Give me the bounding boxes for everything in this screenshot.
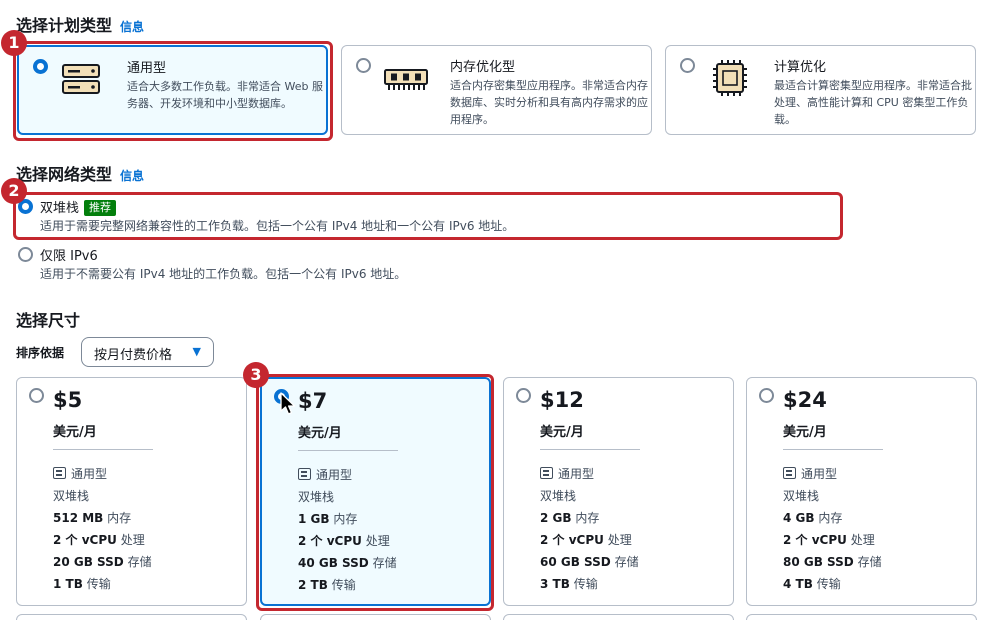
size-unit: 美元/月 — [53, 425, 97, 440]
network-option-desc: 适用于需要完整网络兼容性的工作负载。包括一个公有 IPv4 地址和一个公有 IP… — [40, 219, 515, 233]
size-card-5[interactable]: $5 美元/月 通用型 双堆栈 512 MB 内存 2 个 vCPU 处理 20… — [16, 377, 247, 606]
size-radio[interactable] — [759, 388, 774, 403]
network-info-link[interactable]: 信息 — [120, 169, 144, 183]
size-card-next-row[interactable] — [16, 614, 247, 620]
size-radio[interactable] — [516, 388, 531, 403]
step3-badge: 3 — [243, 362, 269, 388]
plan-card-memory[interactable]: 内存优化型 适合内存密集型应用程序。非常适合内存数据库、实时分析和具有高内存需求… — [341, 45, 652, 135]
network-option-desc: 适用于不需要公有 IPv4 地址的工作负载。包括一个公有 IPv6 地址。 — [40, 267, 407, 281]
plan-type-heading: 选择计划类型 信息 — [16, 16, 145, 35]
size-radio[interactable] — [29, 388, 44, 403]
plan-desc: 适合大多数工作负载。非常适合 Web 服务器、开发环境和中小型数据库。 — [127, 80, 323, 110]
plan-info-link[interactable]: 信息 — [120, 20, 144, 34]
size-card-next-row[interactable] — [260, 614, 491, 620]
size-card-12[interactable]: $12 美元/月 通用型 双堆栈 2 GB 内存 2 个 vCPU 处理 60 … — [503, 377, 734, 606]
sort-label: 排序依据 — [16, 346, 65, 360]
spec-transfer: 4 TB 传输 — [783, 577, 841, 591]
spec-memory: 2 GB 内存 — [540, 511, 600, 525]
spec-memory: 512 MB 内存 — [53, 511, 132, 525]
spec-network: 双堆栈 — [53, 489, 90, 503]
server-icon — [62, 64, 100, 94]
spec-memory: 1 GB 内存 — [298, 512, 358, 526]
network-option-dual-stack[interactable]: 双堆栈 推荐 适用于需要完整网络兼容性的工作负载。包括一个公有 IPv4 地址和一… — [16, 196, 836, 240]
size-unit: 美元/月 — [540, 425, 584, 440]
spec-network: 双堆栈 — [783, 489, 820, 503]
size-card-next-row[interactable] — [503, 614, 734, 620]
size-price: $5 — [53, 388, 83, 412]
plan-name: 通用型 — [127, 61, 167, 76]
divider — [783, 449, 883, 450]
divider — [53, 449, 153, 450]
step1-badge: 1 — [1, 30, 27, 56]
server-icon — [53, 467, 66, 479]
spec-network: 双堆栈 — [540, 489, 577, 503]
size-card-next-row[interactable] — [746, 614, 977, 620]
sort-select-value: 按月付费价格 — [94, 348, 173, 363]
recommended-badge: 推荐 — [84, 200, 117, 216]
spec-cpu: 2 个 vCPU 处理 — [298, 534, 390, 548]
spec-cpu: 2 个 vCPU 处理 — [540, 533, 632, 547]
plan-radio-compute[interactable] — [680, 58, 695, 73]
network-type-heading: 选择网络类型 信息 — [16, 165, 145, 184]
network-radio-ipv6-only[interactable] — [18, 247, 33, 262]
plan-name: 内存优化型 — [450, 60, 516, 75]
cpu-chip-icon — [713, 60, 747, 96]
size-price: $12 — [540, 388, 584, 412]
server-icon — [783, 467, 796, 479]
spec-network: 双堆栈 — [298, 490, 335, 504]
caret-down-icon: ▼ — [192, 345, 201, 358]
network-option-label: 仅限 IPv6 — [40, 249, 98, 264]
divider — [298, 450, 398, 451]
divider — [540, 449, 640, 450]
spec-storage: 40 GB SSD 存储 — [298, 556, 397, 570]
spec-transfer: 1 TB 传输 — [53, 577, 111, 591]
memory-icon — [384, 69, 428, 90]
network-option-label: 双堆栈 推荐 — [40, 197, 117, 216]
plan-desc: 最适合计算密集型应用程序。非常适合批处理、高性能计算和 CPU 密集型工作负载。 — [774, 79, 972, 126]
plan-card-general[interactable]: 通用型 适合大多数工作负载。非常适合 Web 服务器、开发环境和中小型数据库。 — [17, 45, 328, 135]
plan-name: 计算优化 — [774, 60, 827, 75]
size-price: $7 — [298, 389, 328, 413]
plan-card-compute[interactable]: 计算优化 最适合计算密集型应用程序。非常适合批处理、高性能计算和 CPU 密集型… — [665, 45, 976, 135]
spec-type: 通用型 — [53, 465, 107, 482]
spec-transfer: 3 TB 传输 — [540, 577, 598, 591]
size-card-24[interactable]: $24 美元/月 通用型 双堆栈 4 GB 内存 2 个 vCPU 处理 80 … — [746, 377, 977, 606]
plan-radio-memory[interactable] — [356, 58, 371, 73]
spec-type: 通用型 — [298, 466, 352, 483]
size-price: $24 — [783, 388, 827, 412]
spec-storage: 20 GB SSD 存储 — [53, 555, 152, 569]
plan-radio-general[interactable] — [33, 59, 48, 74]
sort-select[interactable]: 按月付费价格 ▼ — [81, 337, 214, 367]
spec-cpu: 2 个 vCPU 处理 — [783, 533, 875, 547]
mouse-cursor-icon — [280, 392, 296, 415]
server-icon — [540, 467, 553, 479]
spec-transfer: 2 TB 传输 — [298, 578, 356, 592]
plan-desc: 适合内存密集型应用程序。非常适合内存数据库、实时分析和具有高内存需求的应用程序。 — [450, 79, 648, 126]
spec-storage: 60 GB SSD 存储 — [540, 555, 639, 569]
step2-badge: 2 — [1, 178, 27, 204]
server-icon — [298, 468, 311, 480]
spec-storage: 80 GB SSD 存储 — [783, 555, 882, 569]
network-option-ipv6-only[interactable]: 仅限 IPv6 适用于不需要公有 IPv4 地址的工作负载。包括一个公有 IPv… — [16, 244, 836, 288]
size-unit: 美元/月 — [298, 426, 342, 441]
size-unit: 美元/月 — [783, 425, 827, 440]
size-heading: 选择尺寸 — [16, 311, 81, 330]
spec-type: 通用型 — [540, 465, 594, 482]
spec-memory: 4 GB 内存 — [783, 511, 843, 525]
spec-cpu: 2 个 vCPU 处理 — [53, 533, 145, 547]
spec-type: 通用型 — [783, 465, 837, 482]
